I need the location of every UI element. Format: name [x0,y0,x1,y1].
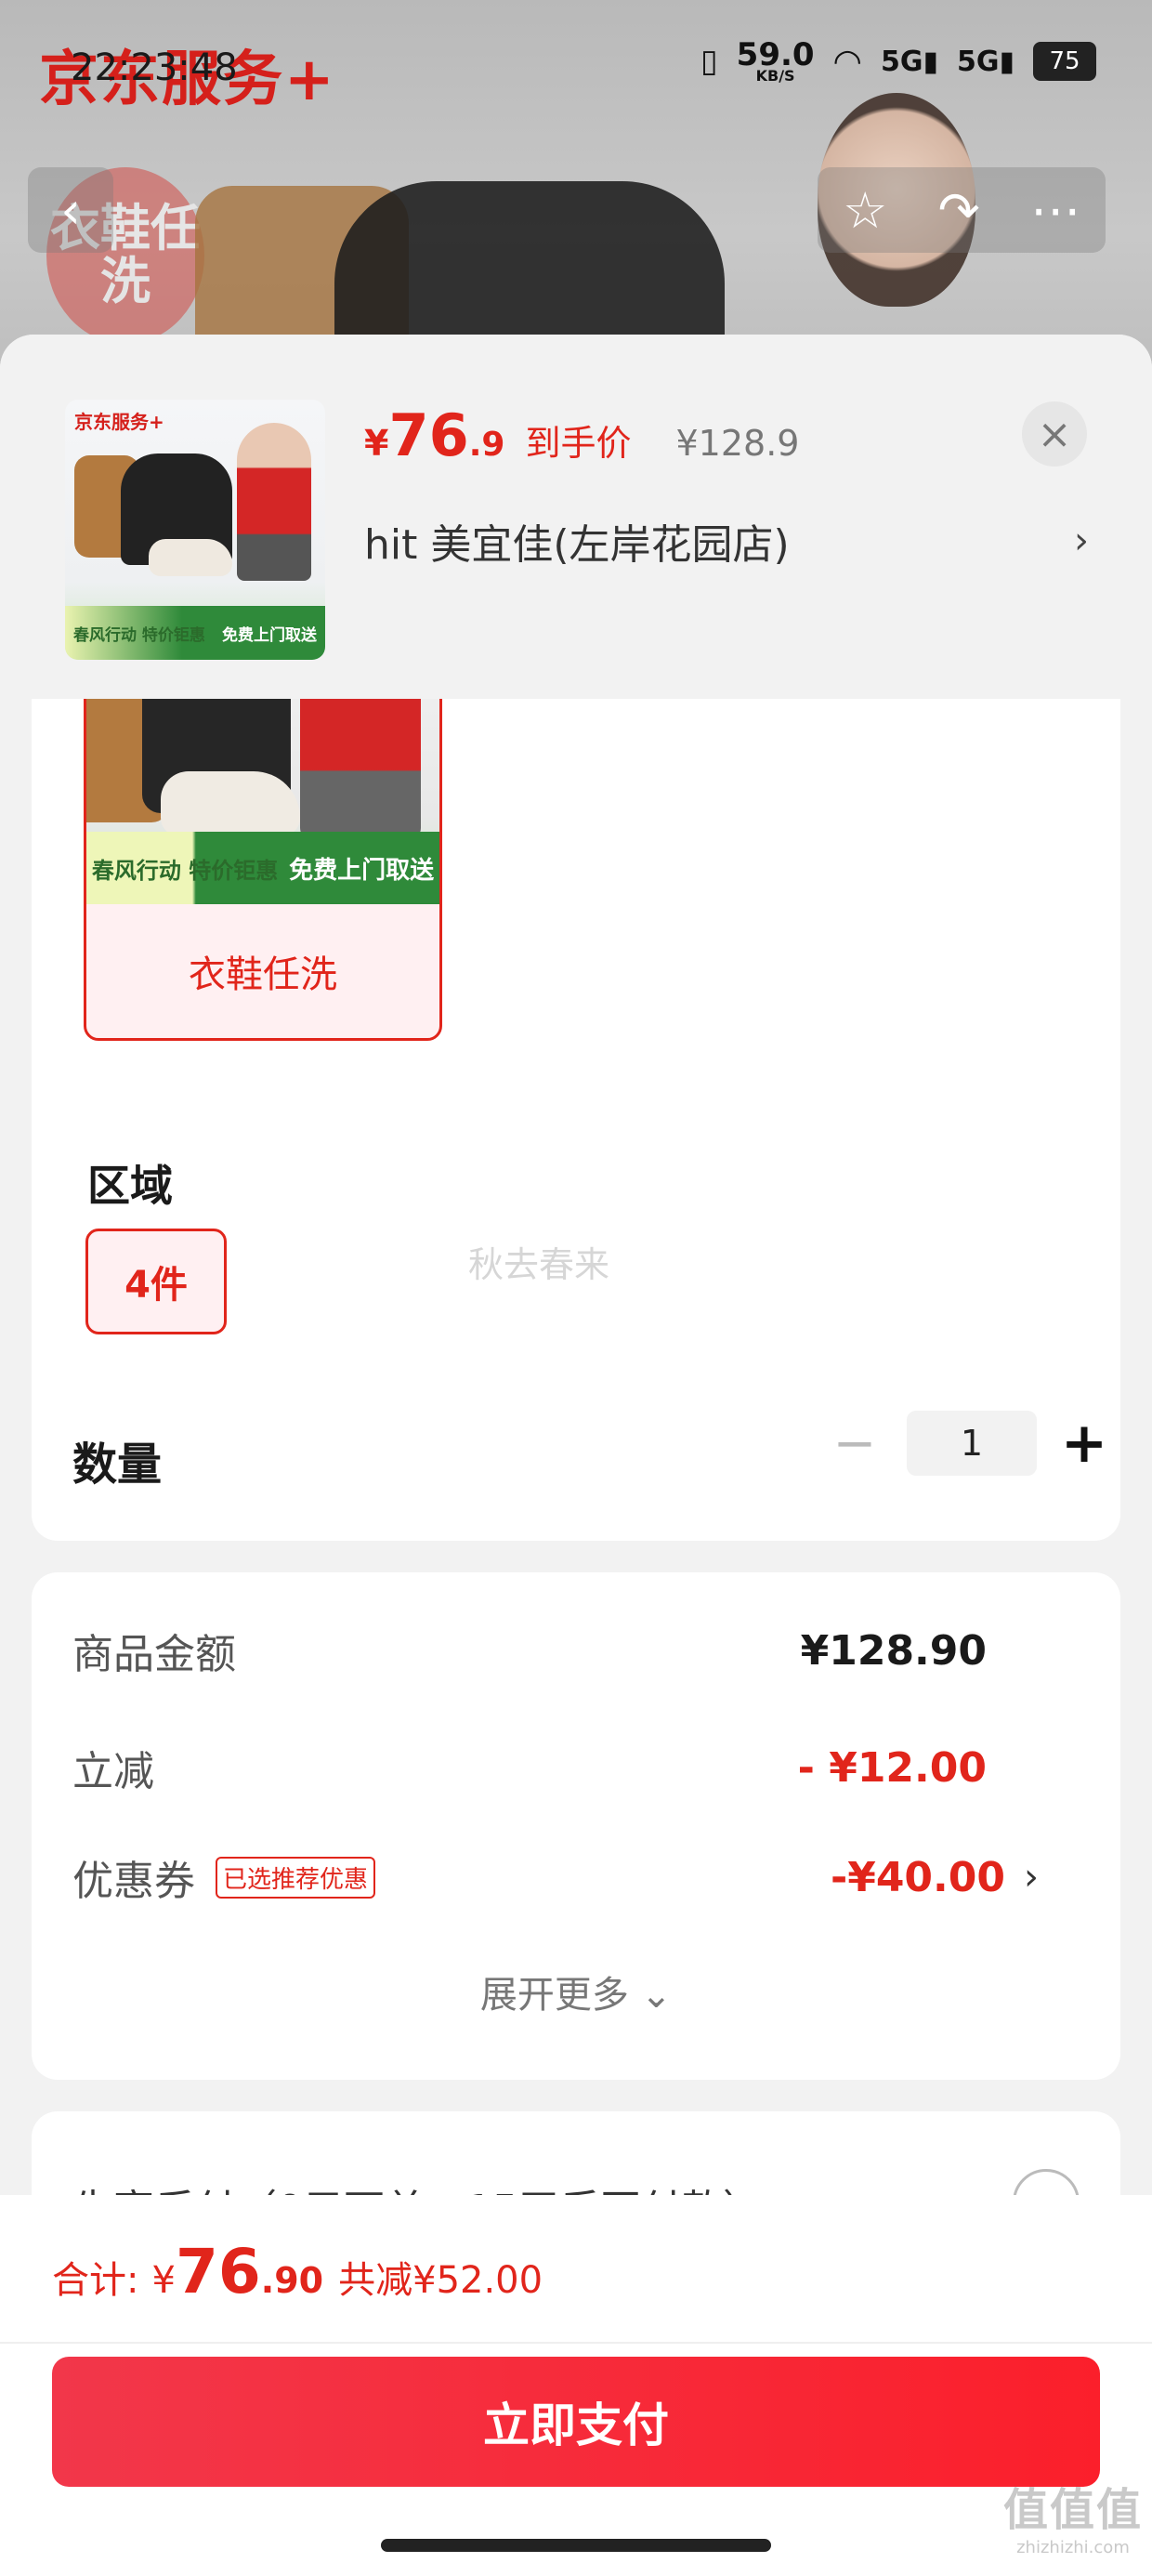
price-integer: 76 [388,401,469,469]
instant-discount-label: 立减 [72,1748,154,1795]
sku-model-image [300,683,421,841]
region-option-selected[interactable]: 4件 [85,1229,227,1334]
chevron-down-icon: ⌄ [640,1974,673,2017]
price-decimal: .9 [468,426,505,464]
quantity-decrease-button[interactable]: − [818,1413,892,1474]
total-decimal: .90 [260,2260,324,2301]
divider [0,2342,1152,2344]
signal-label-2: 5G [956,45,1000,78]
signal-label: 5G [880,45,923,78]
thumbnail-promo-right: 免费上门取送 [221,625,317,645]
total-currency: ¥ [151,2259,176,2302]
share-icon[interactable]: ↷ [938,181,980,240]
goods-amount-label: 商品金额 [72,1631,236,1678]
chevron-left-icon: ‹ [60,180,81,240]
order-total: 合计: ¥ 76 .90 共减¥52.00 [52,2236,543,2307]
price-tag: 到手价 [525,423,632,464]
quantity-increase-button[interactable]: + [1052,1411,1117,1476]
vibrate-icon: ▯ [700,43,718,81]
more-icon[interactable]: ⋯ [1030,181,1080,240]
coupon-recommended-tag: 已选推荐优惠 [216,1856,376,1899]
sku-promo-left: 春风行动 特价钜惠 [91,857,279,884]
total-integer: 76 [175,2236,261,2307]
chevron-right-icon: › [1074,519,1089,562]
instant-discount-row: 立减 - ¥12.00 [72,1738,1039,1797]
battery-icon: 75 [1033,42,1096,82]
original-price: ¥128.9 [675,423,800,464]
thumbnail-shoes-image [149,539,232,576]
coupon-value-group: -¥40.00 › [831,1854,1039,1901]
home-indicator[interactable] [381,2539,771,2552]
thumbnail-logo: 京东服务+ [74,411,164,433]
sheet-header: 京东服务+ 春风行动 特价钜惠 免费上门取送 ¥ 76 .9 到手价 ¥128.… [0,335,1152,699]
network-speed: 59.0 KB/S [737,39,815,83]
goods-amount-value: ¥128.90 [800,1626,987,1675]
thumbnail-promo-band: 春风行动 特价钜惠 免费上门取送 [65,606,325,660]
product-thumbnail: 京东服务+ 春风行动 特价钜惠 免费上门取送 [65,400,325,660]
price-breakdown-card: 商品金额 ¥128.90 立减 - ¥12.00 优惠券 已选推荐优惠 -¥40… [32,1572,1120,2080]
corner-watermark-logo: 值值值 [1002,2484,1143,2536]
expand-more-button[interactable]: 展开更多 ⌄ [32,1965,1120,2018]
sku-promo-right: 免费上门取送 [289,856,435,885]
close-button[interactable]: × [1022,401,1087,467]
price-currency: ¥ [364,423,389,464]
final-price: ¥ 76 .9 到手价 ¥128.9 [364,401,799,469]
status-time: 22:23:48 [71,46,238,89]
thumbnail-model-image [237,423,311,581]
sku-option-selected[interactable]: 春风行动 特价钜惠 免费上门取送 衣鞋任洗 [84,680,442,1041]
signal-5g-icon-2: 5G▮ [956,45,1015,78]
quantity-label: 数量 [72,1439,163,1491]
quantity-input[interactable]: 1 [907,1411,1037,1476]
coupon-label-group: 优惠券 已选推荐优惠 [72,1847,376,1907]
instant-discount-value: - ¥12.00 [797,1743,987,1792]
close-icon: × [1037,410,1072,458]
goods-amount-row: 商品金额 ¥128.90 [72,1621,1039,1680]
back-button[interactable]: ‹ [28,167,113,253]
wifi-icon: ◠ [832,42,862,81]
pay-now-button[interactable]: 立即支付 [52,2357,1100,2487]
watermark-text: 秋去春来 [468,1244,610,1285]
store-selector[interactable]: hit 美宜佳(左岸花园店) › [364,511,1089,571]
sku-option-label: 衣鞋任洗 [189,953,337,996]
expand-more-label: 展开更多 [479,1974,629,2017]
quantity-stepper: − 1 + [818,1411,1117,1476]
sku-promo-band: 春风行动 特价钜惠 免费上门取送 [86,832,439,904]
store-name: hit 美宜佳(左岸花园店) [364,521,790,569]
region-label: 区域 [87,1161,173,1211]
options-card: 春风行动 特价钜惠 免费上门取送 衣鞋任洗 区域 4件 秋去春来 数量 − 1 … [32,680,1120,1541]
checkout-bar: 合计: ¥ 76 .90 共减¥52.00 立即支付 值值值 zhizhizhi… [0,2195,1152,2576]
coupon-value: -¥40.00 [830,1853,1005,1901]
signal-5g-icon: 5G▮ [880,45,938,78]
sku-option-image: 春风行动 特价钜惠 免费上门取送 [86,683,439,904]
thumbnail-promo-left: 春风行动 特价钜惠 [73,625,205,645]
coupon-row[interactable]: 优惠券 已选推荐优惠 -¥40.00 › [72,1847,1039,1907]
corner-watermark-url: zhizhizhi.com [1016,2538,1130,2557]
total-label: 合计: [52,2259,139,2302]
total-savings: 共减¥52.00 [338,2259,543,2302]
sku-shoes-image [161,771,300,836]
corner-watermark: 值值值 zhizhizhi.com [1003,2473,1143,2557]
star-icon[interactable]: ☆ [843,181,887,240]
chevron-right-icon: › [1024,1856,1039,1899]
top-action-group: ☆ ↷ ⋯ [818,167,1106,253]
coupon-label: 优惠券 [72,1858,195,1905]
status-icons: ▯ 59.0 KB/S ◠ 5G▮ 5G▮ 75 [700,39,1096,83]
product-banner-background: 衣鞋任洗 京东服务+ 22:23:48 ▯ 59.0 KB/S ◠ 5G▮ 5G… [0,0,1152,390]
